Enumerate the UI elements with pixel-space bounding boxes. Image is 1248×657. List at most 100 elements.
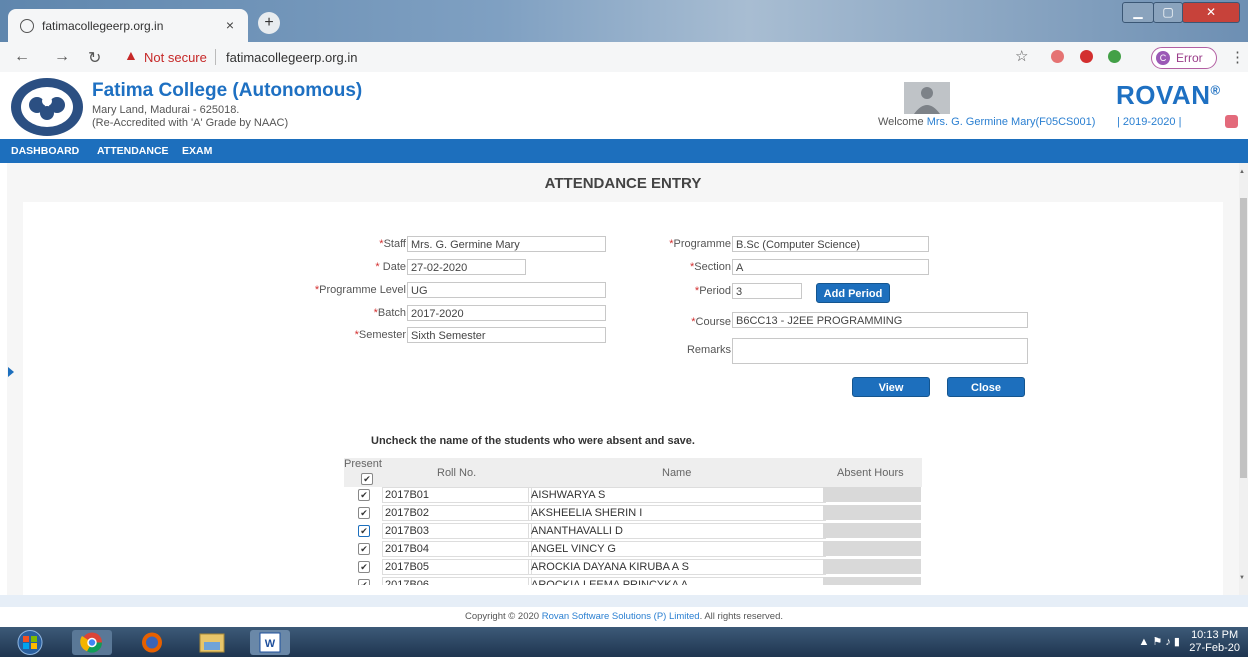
table-row: ✔ 2017B05 AROCKIA DAYANA KIRUBA A S xyxy=(344,559,922,575)
maximize-icon[interactable]: ▢ xyxy=(1153,2,1183,23)
close-window-icon[interactable]: ✕ xyxy=(1182,2,1240,23)
academic-year[interactable]: | 2019-2020 | xyxy=(1117,116,1181,128)
batch-label: *Batch xyxy=(300,307,406,319)
browser-tab[interactable]: fatimacollegeerp.org.in × xyxy=(8,9,248,42)
absent-hours-cell[interactable] xyxy=(823,505,921,520)
user-name-link[interactable]: Mrs. G. Germine Mary(F05CS001) xyxy=(927,116,1096,128)
student-name: ANGEL VINCY G xyxy=(528,541,826,557)
absent-hours-cell[interactable] xyxy=(823,523,921,538)
course-label-text: Course xyxy=(695,316,731,328)
absent-hours-cell[interactable] xyxy=(823,541,921,556)
copyright-prefix: Copyright © 2020 xyxy=(464,611,542,622)
extension-shield-icon[interactable] xyxy=(1051,50,1064,63)
present-checkbox[interactable]: ✔ xyxy=(358,525,370,537)
table-row: ✔ 2017B03 ANANTHAVALLI D xyxy=(344,523,922,539)
table-header: Present ✔ Roll No. Name Absent Hours xyxy=(344,458,922,487)
view-button[interactable]: View xyxy=(852,377,930,397)
globe-icon xyxy=(20,19,34,33)
present-checkbox[interactable]: ✔ xyxy=(358,489,370,501)
firefox-taskbar-icon[interactable] xyxy=(132,630,172,655)
remarks-field[interactable] xyxy=(732,338,1028,364)
date-field[interactable]: 27-02-2020 xyxy=(407,259,526,275)
not-secure-label[interactable]: Not secure xyxy=(144,50,207,65)
programme-label: *Programme xyxy=(640,238,731,250)
college-accreditation: (Re-Accredited with 'A' Grade by NAAC) xyxy=(92,117,289,129)
new-tab-button[interactable]: + xyxy=(258,12,280,34)
extension-opera-icon[interactable] xyxy=(1080,50,1093,63)
nav-dashboard[interactable]: DASHBOARD xyxy=(11,145,79,157)
address-bar: ← → ↻ ▲ Not secure fatimacollegeerp.org.… xyxy=(0,42,1248,73)
remarks-label: Remarks xyxy=(686,344,731,356)
student-name: AISHWARYA S xyxy=(528,487,826,503)
browser-tab-bar: fatimacollegeerp.org.in × + ▁ ▢ ✕ xyxy=(0,0,1248,42)
date-label-text: Date xyxy=(379,261,406,273)
roll-number: 2017B04 xyxy=(382,541,532,557)
section-label-text: Section xyxy=(694,261,731,273)
nav-attendance[interactable]: ATTENDANCE xyxy=(97,145,169,157)
scroll-up-icon[interactable]: ▲ xyxy=(1239,169,1245,175)
copyright-footer: Copyright © 2020 Rovan Software Solution… xyxy=(0,607,1248,627)
user-avatar[interactable] xyxy=(904,82,950,114)
college-logo xyxy=(11,78,83,136)
tab-close-icon[interactable]: × xyxy=(226,17,234,33)
warning-icon: ▲ xyxy=(124,47,138,63)
clock-date: 27-Feb-20 xyxy=(1189,642,1240,654)
reload-icon[interactable]: ↻ xyxy=(88,48,101,68)
minimize-icon[interactable]: ▁ xyxy=(1122,2,1154,23)
programme-field[interactable]: B.Sc (Computer Science) xyxy=(732,236,929,252)
page-scrollbar[interactable]: ▲ ▼ xyxy=(1239,163,1248,595)
programme-level-field[interactable]: UG xyxy=(407,282,606,298)
bookmark-star-icon[interactable]: ☆ xyxy=(1015,47,1028,65)
footer-bar xyxy=(0,595,1248,607)
absent-hours-cell[interactable] xyxy=(823,487,921,502)
url-input[interactable]: fatimacollegeerp.org.in xyxy=(226,50,358,65)
profile-error-button[interactable]: C Error xyxy=(1151,47,1217,69)
system-tray-icons[interactable]: ▲ ⚑ ♪ ▮ xyxy=(1139,635,1180,648)
semester-field[interactable]: Sixth Semester xyxy=(407,327,606,343)
nav-exam[interactable]: EXAM xyxy=(182,145,212,157)
close-button[interactable]: Close xyxy=(947,377,1025,397)
browser-menu-icon[interactable]: ⋮ xyxy=(1230,48,1245,66)
roll-number: 2017B05 xyxy=(382,559,532,575)
absent-hours-cell[interactable] xyxy=(823,577,921,585)
present-checkbox[interactable]: ✔ xyxy=(358,579,370,585)
student-name: AROCKIA DAYANA KIRUBA A S xyxy=(528,559,826,575)
file-explorer-taskbar-icon[interactable] xyxy=(192,630,232,655)
brand-mark: ® xyxy=(1210,82,1221,98)
semester-label: *Semester xyxy=(300,329,406,341)
extension-grammarly-icon[interactable] xyxy=(1108,50,1121,63)
period-field[interactable]: 3 xyxy=(732,283,802,299)
roll-number: 2017B02 xyxy=(382,505,532,521)
batch-field[interactable]: 2017-2020 xyxy=(407,305,606,321)
add-period-button[interactable]: Add Period xyxy=(816,283,890,303)
company-link[interactable]: Rovan Software Solutions (P) Limited xyxy=(542,611,700,622)
chrome-taskbar-icon[interactable] xyxy=(72,630,112,655)
student-name: ANANTHAVALLI D xyxy=(528,523,826,539)
absent-hours-cell[interactable] xyxy=(823,559,921,574)
back-icon[interactable]: ← xyxy=(14,48,30,66)
scroll-down-icon[interactable]: ▼ xyxy=(1239,575,1245,581)
clock-time: 10:13 PM xyxy=(1191,629,1239,641)
header-name: Name xyxy=(662,467,692,479)
system-clock[interactable]: 10:13 PM 27-Feb-20 xyxy=(1189,629,1240,655)
welcome-prefix: Welcome xyxy=(878,116,927,128)
section-field[interactable]: A xyxy=(732,259,929,275)
forward-icon[interactable]: → xyxy=(54,48,70,66)
sidebar-toggle-icon[interactable] xyxy=(8,367,14,377)
scrollbar-thumb[interactable] xyxy=(1240,198,1247,478)
svg-text:W: W xyxy=(265,638,276,650)
present-checkbox[interactable]: ✔ xyxy=(358,561,370,573)
logout-icon[interactable] xyxy=(1225,115,1238,128)
header-roll-no: Roll No. xyxy=(437,467,477,479)
start-button-icon[interactable] xyxy=(10,630,50,655)
present-checkbox[interactable]: ✔ xyxy=(358,543,370,555)
rovan-brand-logo: ROVAN® xyxy=(1116,80,1221,111)
header-absent-hours: Absent Hours xyxy=(837,467,904,479)
section-label: *Section xyxy=(640,261,731,273)
staff-field[interactable]: Mrs. G. Germine Mary xyxy=(407,236,606,252)
course-field[interactable]: B6CC13 - J2EE PROGRAMMING xyxy=(732,312,1028,328)
word-taskbar-icon[interactable]: W xyxy=(250,630,290,655)
programme-level-label-text: Programme Level xyxy=(319,284,406,296)
present-checkbox[interactable]: ✔ xyxy=(358,507,370,519)
select-all-checkbox[interactable]: ✔ xyxy=(361,473,373,485)
